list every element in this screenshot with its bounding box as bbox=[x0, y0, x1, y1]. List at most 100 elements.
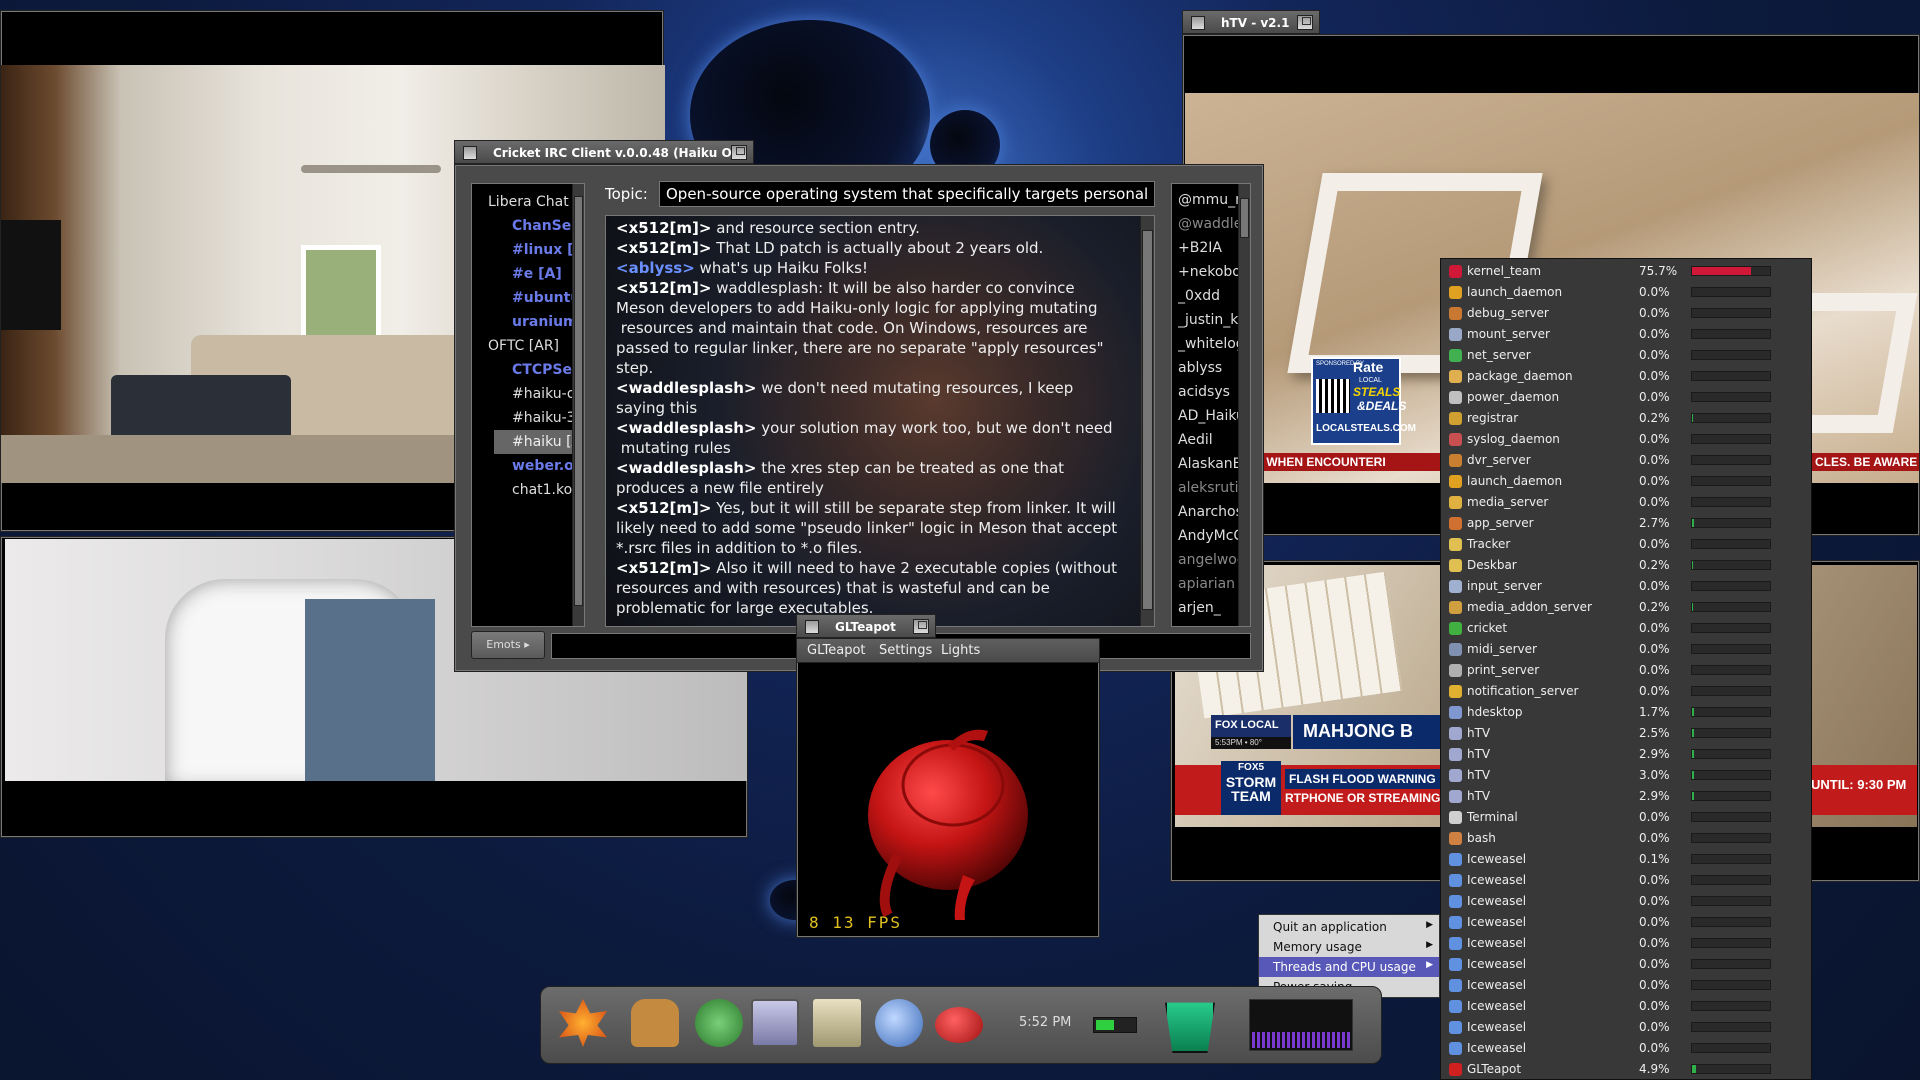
glteapot-window[interactable]: GLTeapot Settings Lights 8 13 FPS bbox=[796, 638, 1100, 938]
channel-item[interactable]: OFTC [AR] bbox=[472, 334, 572, 358]
team-row[interactable]: GLTeapot 4.9% bbox=[1441, 1059, 1811, 1079]
trash-icon[interactable] bbox=[1165, 1002, 1215, 1053]
team-row[interactable]: registrar 0.2% bbox=[1441, 408, 1811, 429]
iceweasel-app-icon[interactable] bbox=[875, 999, 923, 1047]
context-menu-item[interactable]: Memory usage ▶ bbox=[1259, 937, 1439, 957]
team-row[interactable]: hTV 3.0% bbox=[1441, 765, 1811, 786]
team-row[interactable]: media_server 0.0% bbox=[1441, 492, 1811, 513]
team-row[interactable]: kernel_team 75.7% bbox=[1441, 261, 1811, 282]
user-scrollbar[interactable] bbox=[1238, 184, 1250, 626]
user-item[interactable]: ablyss bbox=[1178, 356, 1242, 380]
emots-button[interactable]: Emots ▸ bbox=[471, 631, 545, 659]
menu-settings[interactable]: Settings bbox=[879, 643, 932, 658]
team-row[interactable]: notification_server 0.0% bbox=[1441, 681, 1811, 702]
team-row[interactable]: input_server 0.0% bbox=[1441, 576, 1811, 597]
team-monitor[interactable]: kernel_team 75.7% launch_daemon 0.0% debug_s… bbox=[1440, 258, 1812, 1080]
channel-scrollbar[interactable] bbox=[572, 184, 584, 626]
team-row[interactable]: Iceweasel 0.0% bbox=[1441, 912, 1811, 933]
user-item[interactable]: +B2IA bbox=[1178, 236, 1242, 260]
htv-window-tab[interactable]: hTV - v2.1 bbox=[1182, 10, 1320, 34]
team-row[interactable]: Deskbar 0.2% bbox=[1441, 555, 1811, 576]
user-item[interactable]: +nekobot bbox=[1178, 260, 1242, 284]
team-row[interactable]: media_addon_server 0.2% bbox=[1441, 597, 1811, 618]
cricket-app-icon[interactable] bbox=[695, 999, 743, 1047]
close-button[interactable] bbox=[463, 146, 477, 160]
workstation-icon[interactable] bbox=[813, 999, 861, 1047]
team-row[interactable]: net_server 0.0% bbox=[1441, 345, 1811, 366]
team-row[interactable]: Iceweasel 0.0% bbox=[1441, 891, 1811, 912]
user-item[interactable]: Aedil bbox=[1178, 428, 1242, 452]
user-item[interactable]: AndyMcC bbox=[1178, 524, 1242, 548]
team-row[interactable]: launch_daemon 0.0% bbox=[1441, 471, 1811, 492]
team-row[interactable]: launch_daemon 0.0% bbox=[1441, 282, 1811, 303]
team-row[interactable]: print_server 0.0% bbox=[1441, 660, 1811, 681]
team-row[interactable]: hTV 2.9% bbox=[1441, 786, 1811, 807]
team-row[interactable]: Iceweasel 0.0% bbox=[1441, 996, 1811, 1017]
team-row[interactable]: debug_server 0.0% bbox=[1441, 303, 1811, 324]
team-row[interactable]: Iceweasel 0.0% bbox=[1441, 975, 1811, 996]
menu-lights[interactable]: Lights bbox=[941, 643, 980, 658]
channel-item[interactable]: #e [A] bbox=[472, 262, 572, 286]
user-item[interactable]: Anarchos bbox=[1178, 500, 1242, 524]
dock-clock[interactable]: 5:52 PM bbox=[1019, 1015, 1071, 1030]
user-item[interactable]: acidsys bbox=[1178, 380, 1242, 404]
leaf-icon[interactable] bbox=[559, 999, 607, 1047]
tv-app-icon[interactable] bbox=[751, 999, 799, 1047]
team-row[interactable]: power_daemon 0.0% bbox=[1441, 387, 1811, 408]
team-row[interactable]: Iceweasel 0.1% bbox=[1441, 849, 1811, 870]
channel-list[interactable]: Libera Chat [ChanSer #linux [A #e [A] #ubun… bbox=[471, 183, 585, 627]
user-item[interactable]: _justin_ke bbox=[1178, 308, 1242, 332]
irc-window-tab[interactable]: Cricket IRC Client v.0.0.48 (Haiku OS) bbox=[454, 140, 754, 164]
team-row[interactable]: cricket 0.0% bbox=[1441, 618, 1811, 639]
zoom-button[interactable] bbox=[913, 619, 929, 634]
user-item[interactable]: apiarian bbox=[1178, 572, 1242, 596]
team-row[interactable]: syslog_daemon 0.0% bbox=[1441, 429, 1811, 450]
team-row[interactable]: package_daemon 0.0% bbox=[1441, 366, 1811, 387]
channel-item[interactable]: #linux [A bbox=[472, 238, 584, 262]
team-row[interactable]: Tracker 0.0% bbox=[1441, 534, 1811, 555]
irc-window[interactable]: Libera Chat [ChanSer #linux [A #e [A] #ubun… bbox=[454, 164, 1264, 672]
channel-item[interactable]: #ubuntu bbox=[472, 286, 580, 310]
team-row[interactable]: hTV 2.5% bbox=[1441, 723, 1811, 744]
teapot-app-icon[interactable] bbox=[935, 1007, 983, 1043]
channel-item[interactable]: chat1.koach. bbox=[472, 478, 584, 502]
team-row[interactable]: mount_server 0.0% bbox=[1441, 324, 1811, 345]
team-row[interactable]: app_server 2.7% bbox=[1441, 513, 1811, 534]
team-row[interactable]: Iceweasel 0.0% bbox=[1441, 933, 1811, 954]
dock[interactable]: 5:52 PM bbox=[540, 986, 1382, 1064]
topic-field[interactable]: Open-source operating system that specif… bbox=[659, 181, 1155, 207]
team-row[interactable]: midi_server 0.0% bbox=[1441, 639, 1811, 660]
close-button[interactable] bbox=[805, 620, 819, 634]
user-item[interactable]: @mmu_n bbox=[1178, 188, 1242, 212]
menu-glteapot[interactable]: GLTeapot bbox=[807, 643, 866, 658]
user-item[interactable]: AD_Haiku bbox=[1178, 404, 1242, 428]
team-row[interactable]: Iceweasel 0.0% bbox=[1441, 954, 1811, 975]
user-item[interactable]: _0xdd bbox=[1178, 284, 1242, 308]
channel-item[interactable]: #haiku-3 bbox=[472, 406, 576, 430]
zoom-button[interactable] bbox=[1297, 15, 1313, 30]
channel-item[interactable]: #haiku [A bbox=[494, 430, 581, 454]
team-row[interactable]: hdesktop 1.7% bbox=[1441, 702, 1811, 723]
dog-file-icon[interactable] bbox=[631, 999, 679, 1047]
channel-item[interactable]: CTCPSer bbox=[472, 358, 579, 382]
close-button[interactable] bbox=[1191, 16, 1205, 30]
team-row[interactable]: Iceweasel 0.0% bbox=[1441, 1017, 1811, 1038]
context-menu-item[interactable]: Quit an application ▶ bbox=[1259, 917, 1439, 937]
zoom-button[interactable] bbox=[731, 145, 747, 160]
glteapot-window-tab[interactable]: GLTeapot bbox=[796, 614, 936, 638]
user-item[interactable]: angelwoo bbox=[1178, 548, 1242, 572]
team-row[interactable]: Iceweasel 0.0% bbox=[1441, 870, 1811, 891]
team-row[interactable]: dvr_server 0.0% bbox=[1441, 450, 1811, 471]
user-item[interactable]: AlaskanE bbox=[1178, 452, 1242, 476]
user-item[interactable]: arjen_ bbox=[1178, 596, 1242, 620]
channel-item[interactable]: Libera Chat [ bbox=[472, 190, 579, 214]
user-item[interactable]: _whitelog bbox=[1178, 332, 1242, 356]
team-row[interactable]: Terminal 0.0% bbox=[1441, 807, 1811, 828]
channel-item[interactable]: weber.o bbox=[472, 454, 574, 478]
team-row[interactable]: bash 0.0% bbox=[1441, 828, 1811, 849]
user-list[interactable]: @mmu_n @waddle +B2IA +nekobot _0xdd _justin_k… bbox=[1171, 183, 1251, 627]
user-item[interactable]: aleksruti bbox=[1178, 476, 1242, 500]
channel-item[interactable]: uranium bbox=[472, 310, 578, 334]
user-item[interactable]: @waddle bbox=[1178, 212, 1242, 236]
message-scrollbar[interactable] bbox=[1140, 216, 1154, 626]
